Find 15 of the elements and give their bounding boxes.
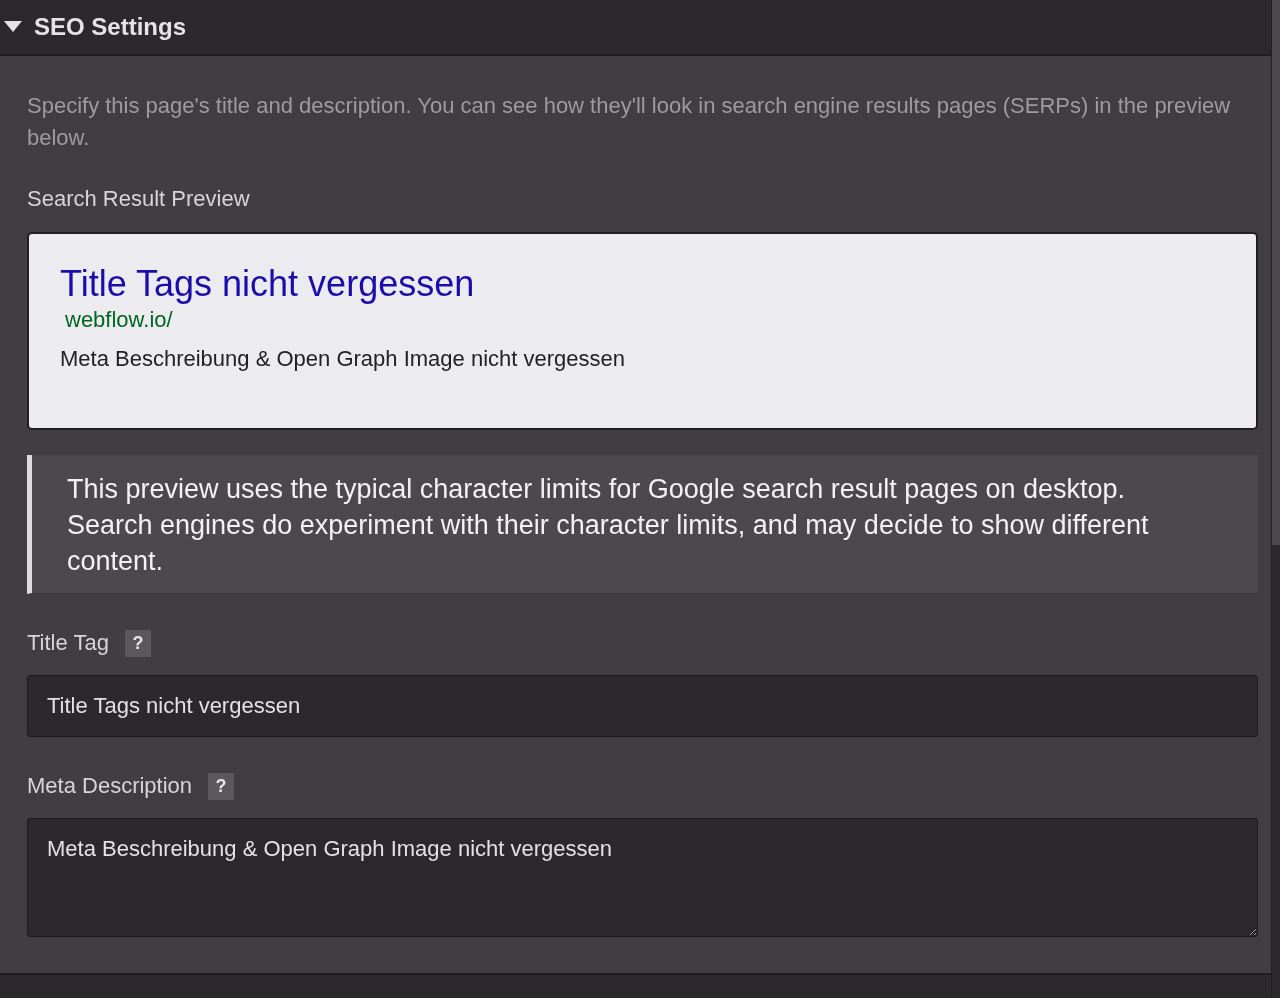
scrollbar-thumb[interactable] xyxy=(1272,0,1280,545)
description-text: Specify this page's title and description. You can see how they'll look in search engine results pages (SERPs) in the preview below. xyxy=(27,92,1232,152)
result-url: webflow.io/ xyxy=(65,306,174,334)
result-description: Meta Beschreibung & Open Graph Image nicht vergessen xyxy=(60,345,626,373)
help-button[interactable]: ? xyxy=(124,629,151,657)
preview-label: Search Result Preview xyxy=(27,185,251,213)
notice-text: This preview uses the typical character limits for Google search result pages on desktop. Search engines do experiment with their character limits, and may decide to show different content. xyxy=(27,455,1258,594)
help-button[interactable]: ? xyxy=(208,772,235,800)
section-toggle[interactable]: SEO Settings xyxy=(4,13,187,41)
field-label: Meta Description xyxy=(27,772,193,800)
field-label: Title Tag xyxy=(27,629,109,657)
caret-down-icon xyxy=(4,21,22,33)
text-area[interactable]: Meta Beschreibung & Open Graph Image nicht vergessen xyxy=(27,818,1258,937)
result-title: Title Tags nicht vergessen xyxy=(60,264,476,304)
text-input[interactable]: Title Tags nicht vergessen xyxy=(27,675,1258,737)
